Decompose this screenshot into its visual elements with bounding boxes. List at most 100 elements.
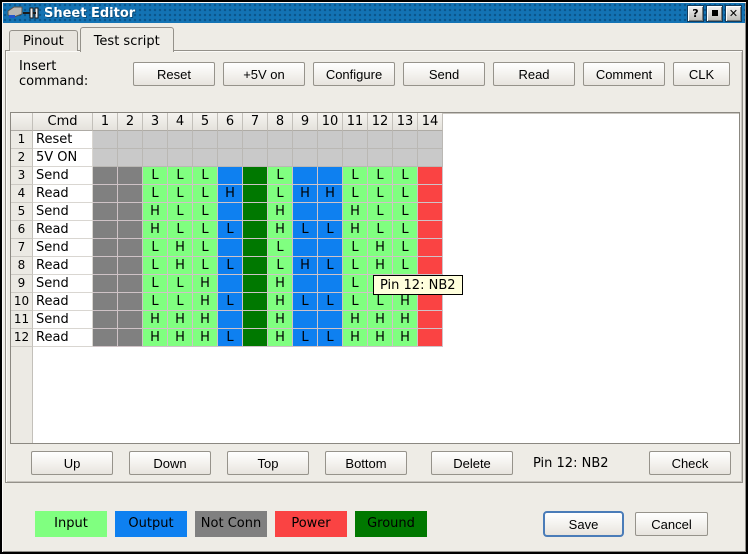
pin-cell-3[interactable]: L <box>143 275 168 293</box>
pin-cell-6[interactable] <box>218 239 243 257</box>
pin-cell-5[interactable] <box>193 131 218 149</box>
pin-cell-13[interactable]: L <box>393 257 418 275</box>
pin-cell-12[interactable]: H <box>368 239 393 257</box>
pin-cell-6[interactable]: L <box>218 293 243 311</box>
pin-cell-13[interactable] <box>393 149 418 167</box>
pin-cell-3[interactable]: L <box>143 293 168 311</box>
pin-cell-9[interactable] <box>293 275 318 293</box>
pin-cell-10[interactable]: L <box>318 221 343 239</box>
pin-cell-4[interactable] <box>168 131 193 149</box>
pin-cell-3[interactable]: H <box>143 203 168 221</box>
pin-cell-1[interactable] <box>93 221 118 239</box>
pin-cell-6[interactable] <box>218 275 243 293</box>
pin-cell-14[interactable] <box>418 167 443 185</box>
pin-cell-11[interactable]: L <box>343 275 368 293</box>
pin-cell-14[interactable] <box>418 203 443 221</box>
table-row[interactable]: 8ReadLHLLLHLLHL <box>11 257 739 275</box>
pin-cell-13[interactable]: L <box>393 203 418 221</box>
pin-cell-10[interactable]: L <box>318 329 343 347</box>
pin-cell-9[interactable]: H <box>293 185 318 203</box>
pin-cell-7[interactable] <box>243 221 268 239</box>
cmd-cell[interactable]: Send <box>33 203 93 221</box>
pin-cell-3[interactable]: H <box>143 329 168 347</box>
bottom-button[interactable]: Bottom <box>325 451 407 475</box>
pin-cell-5[interactable]: H <box>193 329 218 347</box>
pin-cell-5[interactable]: L <box>193 167 218 185</box>
close-button[interactable]: ✕ <box>725 5 742 22</box>
pin-cell-9[interactable] <box>293 149 318 167</box>
table-row[interactable]: 4ReadLLLHLHHLLL <box>11 185 739 203</box>
pin-cell-12[interactable]: H <box>368 329 393 347</box>
pin-cell-1[interactable] <box>93 311 118 329</box>
cancel-button[interactable]: Cancel <box>635 512 708 536</box>
pin-cell-2[interactable] <box>118 221 143 239</box>
pin-cell-11[interactable]: H <box>343 221 368 239</box>
pin-cell-2[interactable] <box>118 329 143 347</box>
pin-cell-14[interactable] <box>418 149 443 167</box>
pin-cell-6[interactable] <box>218 149 243 167</box>
titlebar[interactable]: Sheet Editor ?✕ <box>3 3 745 23</box>
pin-cell-7[interactable] <box>243 203 268 221</box>
pin-cell-1[interactable] <box>93 329 118 347</box>
table-row[interactable]: 12ReadHHHLHLLHHH <box>11 329 739 347</box>
pin-cell-7[interactable] <box>243 329 268 347</box>
pin-cell-7[interactable] <box>243 293 268 311</box>
pin-cell-8[interactable]: L <box>268 239 293 257</box>
pin-cell-2[interactable] <box>118 131 143 149</box>
table-row[interactable]: 3SendLLLLLLL <box>11 167 739 185</box>
pin-cell-11[interactable]: H <box>343 311 368 329</box>
pin-cell-10[interactable]: H <box>318 185 343 203</box>
pin-cell-14[interactable] <box>418 293 443 311</box>
table-row[interactable]: 6ReadHLLLHLLHLL <box>11 221 739 239</box>
pin-cell-1[interactable] <box>93 185 118 203</box>
pin-cell-2[interactable] <box>118 311 143 329</box>
table-row[interactable]: 11SendHHHHHHH <box>11 311 739 329</box>
pin-cell-10[interactable] <box>318 203 343 221</box>
pin-cell-4[interactable] <box>168 149 193 167</box>
pin-cell-11[interactable]: L <box>343 239 368 257</box>
pin-cell-5[interactable]: H <box>193 293 218 311</box>
pin-cell-12[interactable] <box>368 149 393 167</box>
pin-cell-4[interactable]: L <box>168 185 193 203</box>
pin-cell-6[interactable] <box>218 167 243 185</box>
pin-cell-9[interactable] <box>293 239 318 257</box>
pin-cell-13[interactable]: L <box>393 167 418 185</box>
pin-cell-10[interactable]: L <box>318 293 343 311</box>
pin-cell-1[interactable] <box>93 167 118 185</box>
table-row[interactable]: 5SendHLLHHLL <box>11 203 739 221</box>
pin-cell-12[interactable]: L <box>368 221 393 239</box>
pin-cell-4[interactable]: L <box>168 275 193 293</box>
table-row[interactable]: 1Reset <box>11 131 739 149</box>
pin-cell-14[interactable] <box>418 185 443 203</box>
pin-cell-9[interactable] <box>293 311 318 329</box>
insert-clk-button[interactable]: CLK <box>673 62 730 86</box>
pin-cell-14[interactable] <box>418 239 443 257</box>
cmd-cell[interactable]: Read <box>33 185 93 203</box>
pin-cell-3[interactable]: L <box>143 257 168 275</box>
pin-cell-13[interactable]: H <box>393 329 418 347</box>
up-button[interactable]: Up <box>31 451 113 475</box>
pin-cell-6[interactable]: H <box>218 185 243 203</box>
pin-cell-6[interactable]: L <box>218 257 243 275</box>
table-row[interactable]: 7SendLHLLLHL <box>11 239 739 257</box>
pin-cell-7[interactable] <box>243 257 268 275</box>
pin-cell-1[interactable] <box>93 293 118 311</box>
pin-cell-14[interactable] <box>418 311 443 329</box>
pin-cell-11[interactable]: L <box>343 167 368 185</box>
pin-cell-1[interactable] <box>93 275 118 293</box>
cmd-cell[interactable]: Read <box>33 257 93 275</box>
pin-cell-11[interactable]: H <box>343 203 368 221</box>
pin-cell-14[interactable] <box>418 257 443 275</box>
insert-configure-button[interactable]: Configure <box>313 62 395 86</box>
cmd-cell[interactable]: Send <box>33 239 93 257</box>
pin-cell-2[interactable] <box>118 185 143 203</box>
pin-cell-13[interactable]: L <box>393 239 418 257</box>
pin-cell-10[interactable] <box>318 149 343 167</box>
pin-cell-8[interactable]: H <box>268 203 293 221</box>
table-row[interactable]: 10ReadLLHLHLLLLH <box>11 293 739 311</box>
pin-cell-7[interactable] <box>243 311 268 329</box>
pin-cell-10[interactable]: L <box>318 257 343 275</box>
pin-cell-5[interactable]: L <box>193 257 218 275</box>
pin-cell-3[interactable]: H <box>143 311 168 329</box>
pin-cell-5[interactable]: L <box>193 185 218 203</box>
